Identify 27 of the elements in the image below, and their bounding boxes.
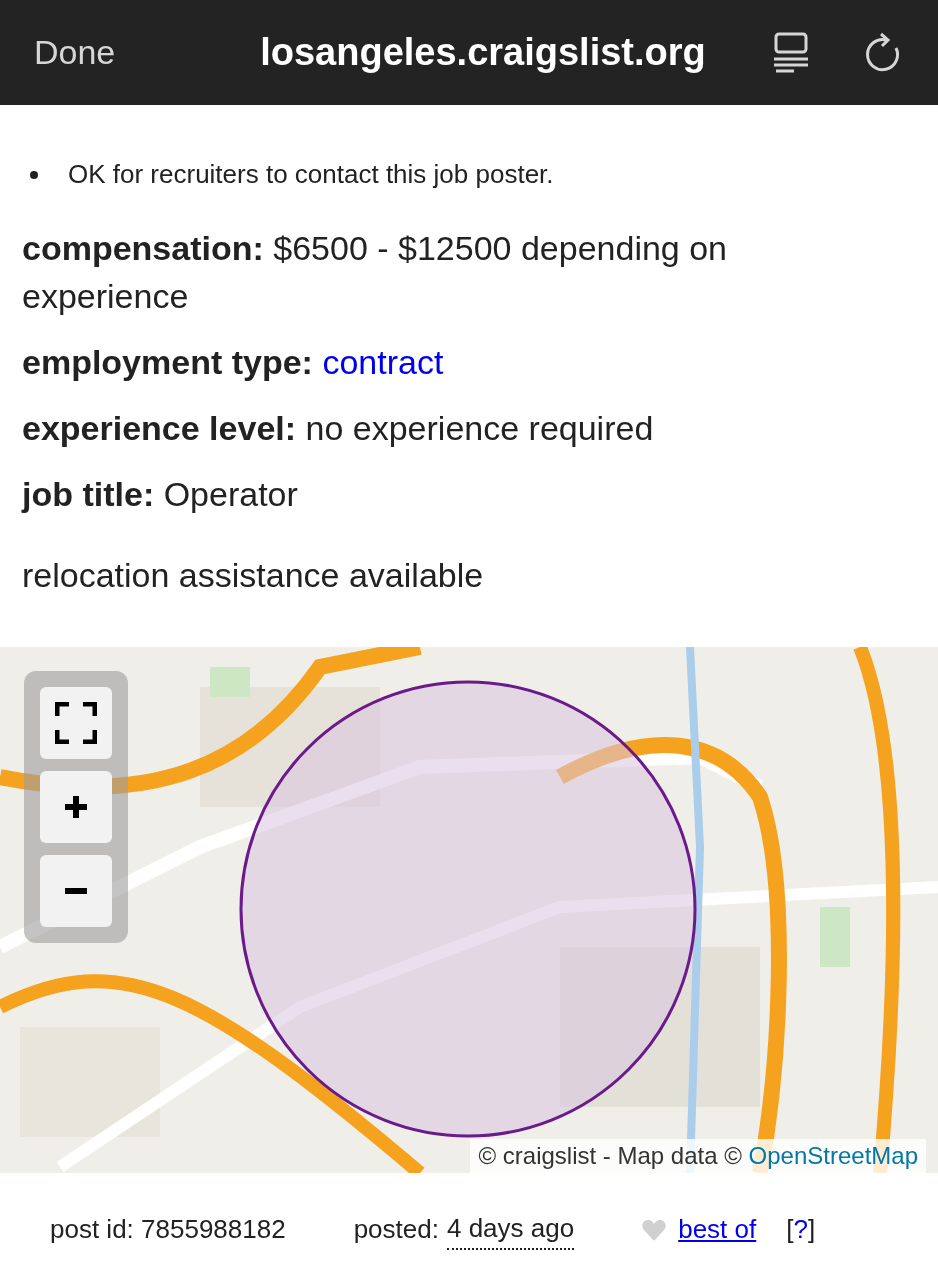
posted-label: posted: (353, 1213, 439, 1246)
attribute-line: experience level: no experience required (22, 408, 655, 449)
done-button[interactable]: Done (34, 27, 214, 78)
zoom-out-button[interactable] (40, 855, 112, 927)
relocation-text: relocation assistance available (21, 555, 485, 596)
bullet-icon (30, 170, 38, 179)
reader-view-icon[interactable] (772, 31, 810, 74)
attribute-line: compensation: $6500 - $12500 depending on experience (22, 228, 729, 317)
best-of-link[interactable]: best of (678, 1210, 757, 1249)
attribute-line: job title: Operator (22, 474, 299, 515)
plus-icon (65, 796, 87, 818)
url-text: losangeles.craigslist.org (259, 30, 707, 75)
attribution-text: © craigslist - Map data © (478, 1142, 743, 1169)
bracket-text: ] (807, 1213, 816, 1246)
openstreetmap-link[interactable]: OpenStreetMap (748, 1142, 918, 1169)
fullscreen-icon (55, 702, 97, 744)
help-link[interactable]: ? (793, 1210, 808, 1249)
attribute-line: employment type: contract (22, 342, 445, 383)
notice-text: OK for recruiters to contact this job poster. (68, 158, 554, 191)
post-id-text: post id: 7855988182 (50, 1213, 286, 1246)
attribute-link[interactable]: contract (322, 343, 444, 381)
minus-icon (65, 888, 87, 894)
bracket-text: [ (786, 1213, 794, 1246)
map[interactable]: © craigslist - Map data © OpenStreetMap (0, 647, 938, 1173)
zoom-in-button[interactable] (40, 771, 112, 843)
posted-date: 4 days ago (446, 1209, 575, 1250)
fullscreen-button[interactable] (40, 687, 112, 759)
